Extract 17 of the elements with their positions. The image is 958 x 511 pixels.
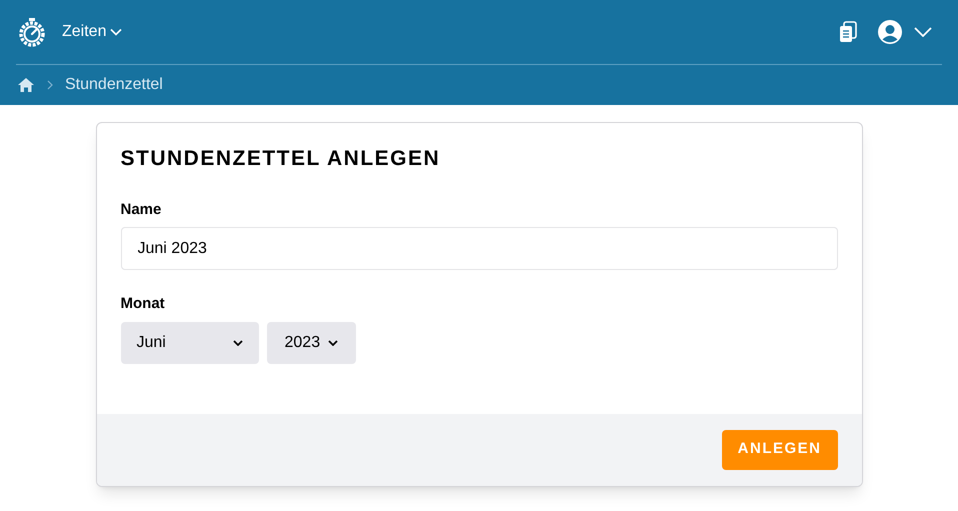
year-select[interactable]: 2023 <box>266 322 356 364</box>
user-avatar-icon[interactable] <box>878 20 902 44</box>
field-label: Monat <box>120 294 166 314</box>
chevron-down-icon <box>110 28 122 36</box>
clipboard-icon[interactable] <box>838 21 858 43</box>
field-label: Name <box>120 200 162 220</box>
home-icon[interactable] <box>17 77 35 93</box>
name-input[interactable]: Juni 2023 <box>120 227 838 270</box>
breadcrumb-link[interactable]: Stundenzettel <box>65 73 163 97</box>
chevron-down-icon[interactable] <box>914 27 932 37</box>
month-select[interactable]: Juni <box>120 322 258 364</box>
zeiten-menu[interactable]: Zeiten <box>62 20 122 44</box>
chevron-down-icon <box>232 340 242 346</box>
stopwatch-gear-icon[interactable] <box>18 17 46 47</box>
chevron-right-icon <box>47 80 53 90</box>
form-title: STUNDENZETTEL ANLEGEN <box>120 146 442 172</box>
chevron-down-icon <box>328 340 338 346</box>
